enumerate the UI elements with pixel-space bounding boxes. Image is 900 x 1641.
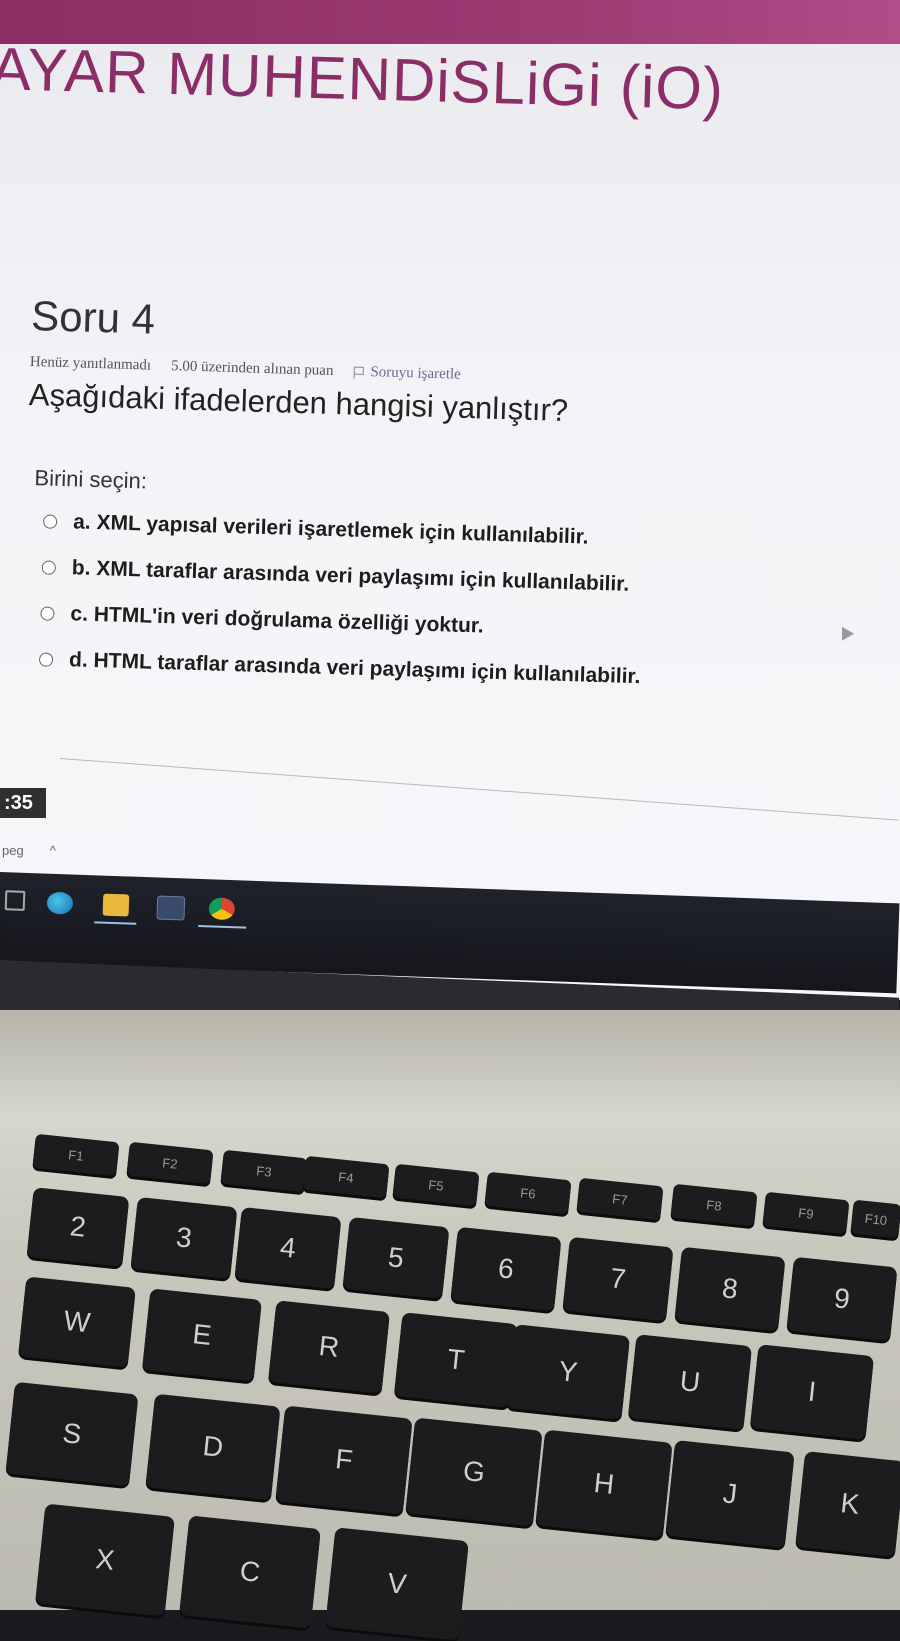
question-points: 5.00 üzerinden alınan puan xyxy=(170,358,334,379)
key-g[interactable]: G xyxy=(405,1417,543,1527)
question-card: Soru 4 Henüz yanıtlanmadı 5.00 üzerinden… xyxy=(20,292,852,717)
answer-option-b[interactable]: b. XML taraflar arasında veri paylaşımı … xyxy=(41,555,843,603)
start-icon[interactable] xyxy=(4,890,26,911)
key-v[interactable]: V xyxy=(325,1527,469,1641)
answer-option-label: a. XML yapısal verileri işaretlemek için… xyxy=(72,510,589,549)
key-3[interactable]: 3 xyxy=(130,1196,238,1280)
download-bar: peg ^ xyxy=(0,830,900,870)
key-f10[interactable]: F10 xyxy=(850,1199,900,1239)
key-y[interactable]: Y xyxy=(505,1324,631,1420)
key-f4[interactable]: F4 xyxy=(302,1155,390,1199)
key-e[interactable]: E xyxy=(142,1288,262,1382)
radio-button[interactable] xyxy=(38,652,54,667)
key-2[interactable]: 2 xyxy=(26,1187,130,1267)
answer-option-c[interactable]: c. HTML'in veri doğrulama özelliği yoktu… xyxy=(40,601,842,649)
answer-option-label: c. HTML'in veri doğrulama özelliği yoktu… xyxy=(70,602,485,638)
flag-question-label: Soruyu işaretle xyxy=(370,364,462,383)
key-i[interactable]: I xyxy=(749,1344,875,1440)
edge-icon[interactable] xyxy=(46,891,74,915)
course-title: AYAR MUHENDiSLiGi (iO) xyxy=(0,34,725,123)
key-f8[interactable]: F8 xyxy=(670,1183,758,1227)
key-8[interactable]: 8 xyxy=(674,1246,786,1332)
answer-option-a[interactable]: a. XML yapısal verileri işaretlemek için… xyxy=(42,509,845,557)
key-h[interactable]: H xyxy=(535,1429,673,1539)
answer-option-d[interactable]: d. HTML taraflar arasında veri paylaşımı… xyxy=(38,647,841,695)
key-5[interactable]: 5 xyxy=(342,1216,450,1300)
key-4[interactable]: 4 xyxy=(234,1206,342,1290)
section-divider xyxy=(59,758,898,821)
key-r[interactable]: R xyxy=(268,1300,390,1394)
answer-option-label: b. XML taraflar arasında veri paylaşımı … xyxy=(71,556,630,596)
flag-icon xyxy=(353,366,365,379)
answer-status: Henüz yanıtlanmadı xyxy=(29,353,152,374)
key-f1[interactable]: F1 xyxy=(32,1133,120,1177)
key-f5[interactable]: F5 xyxy=(392,1163,480,1207)
key-f[interactable]: F xyxy=(275,1405,413,1515)
key-u[interactable]: U xyxy=(627,1334,753,1430)
key-k[interactable]: K xyxy=(795,1451,900,1557)
key-c[interactable]: C xyxy=(179,1515,321,1629)
key-9[interactable]: 9 xyxy=(786,1256,898,1342)
radio-button[interactable] xyxy=(42,514,58,529)
answer-option-label: d. HTML taraflar arasında veri paylaşımı… xyxy=(68,648,641,689)
chevron-up-icon[interactable]: ^ xyxy=(50,843,56,858)
key-f3[interactable]: F3 xyxy=(220,1149,308,1193)
key-f7[interactable]: F7 xyxy=(576,1177,664,1221)
active-app-indicator xyxy=(94,921,137,925)
download-filename[interactable]: peg xyxy=(2,843,24,858)
question-number: Soru 4 xyxy=(30,292,156,343)
radio-button[interactable] xyxy=(40,606,55,621)
key-w[interactable]: W xyxy=(18,1276,136,1368)
choose-one-label: Birini seçin: xyxy=(34,465,148,494)
key-t[interactable]: T xyxy=(393,1312,519,1408)
radio-button[interactable] xyxy=(41,560,57,575)
key-j[interactable]: J xyxy=(665,1439,795,1549)
key-f6[interactable]: F6 xyxy=(484,1171,572,1215)
keyboard-deck: F1 F2 F3 F4 F5 F6 F7 F8 F9 F10 2 3 4 5 6… xyxy=(0,1010,900,1641)
key-s[interactable]: S xyxy=(5,1381,139,1487)
key-d[interactable]: D xyxy=(145,1393,281,1501)
key-7[interactable]: 7 xyxy=(562,1236,674,1322)
chrome-icon[interactable] xyxy=(208,897,236,921)
active-app-indicator xyxy=(198,924,247,929)
key-f9[interactable]: F9 xyxy=(762,1191,850,1235)
mail-icon[interactable] xyxy=(156,895,186,921)
timer-badge: :35 xyxy=(0,788,46,818)
laptop-screen: AYAR MUHENDiSLiGi (iO) Soru 4 Henüz yanı… xyxy=(0,0,900,1000)
key-6[interactable]: 6 xyxy=(450,1226,562,1312)
file-explorer-icon[interactable] xyxy=(102,893,130,917)
key-f2[interactable]: F2 xyxy=(126,1141,214,1185)
flag-question-link[interactable]: Soruyu işaretle xyxy=(353,364,461,384)
